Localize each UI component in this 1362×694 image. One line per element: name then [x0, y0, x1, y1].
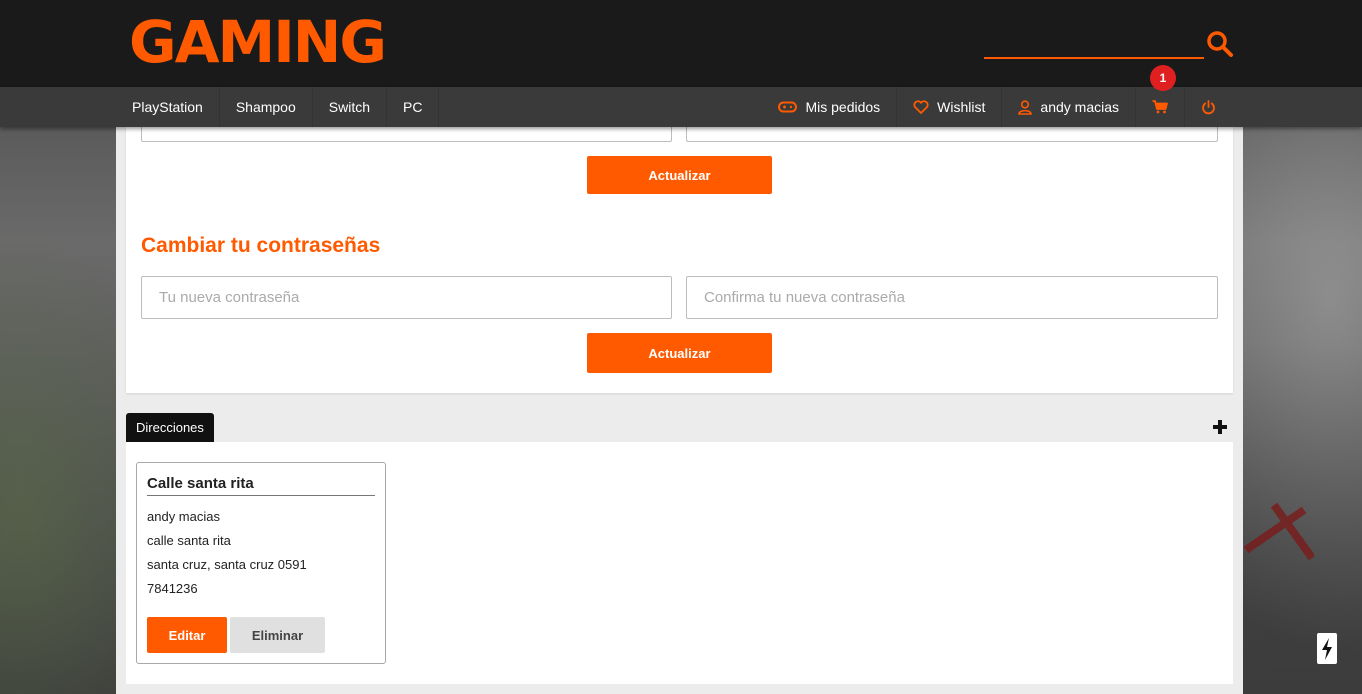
address-phone: 7841236: [147, 581, 198, 596]
cart-button[interactable]: 1: [1135, 65, 1184, 127]
user-account-link[interactable]: andy macias: [1001, 87, 1135, 127]
tab-addresses[interactable]: Direcciones: [126, 413, 214, 442]
logout-button[interactable]: [1184, 87, 1232, 127]
main-navbar: PlayStation Shampoo Switch PC Mis pedido…: [0, 65, 1362, 127]
nav-item-shampoo[interactable]: Shampoo: [220, 87, 313, 127]
change-password-heading: Cambiar tu contraseñas: [141, 234, 381, 257]
background-red-mark: [1244, 502, 1314, 560]
search-input[interactable]: [984, 30, 1204, 57]
addresses-card: Calle santa rita andy macias calle santa…: [126, 442, 1233, 684]
power-icon: [1202, 99, 1215, 114]
heart-icon: [913, 100, 929, 114]
address-city: santa cruz, santa cruz 0591: [147, 557, 307, 572]
search-icon[interactable]: [1206, 30, 1234, 58]
my-orders-link[interactable]: Mis pedidos: [762, 87, 896, 127]
user-icon: [1018, 99, 1033, 115]
site-logo[interactable]: GAMING: [129, 8, 387, 76]
account-nav: Mis pedidos Wishlist andy macias 1: [762, 65, 1232, 127]
account-content: Actualizar Cambiar tu contraseñas Actual…: [116, 99, 1243, 694]
address-title: Calle santa rita: [147, 475, 375, 496]
update-password-button[interactable]: Actualizar: [587, 333, 772, 373]
address-recipient: andy macias: [147, 509, 220, 524]
wishlist-label: Wishlist: [937, 99, 986, 115]
new-password-field[interactable]: [141, 276, 672, 319]
user-name-label: andy macias: [1040, 99, 1119, 115]
account-settings-card: Actualizar Cambiar tu contraseñas Actual…: [126, 99, 1233, 393]
address-card: Calle santa rita andy macias calle santa…: [136, 462, 386, 664]
address-street: calle santa rita: [147, 533, 231, 548]
search-underline: [984, 57, 1204, 59]
confirm-password-field[interactable]: [686, 276, 1218, 319]
nav-item-switch[interactable]: Switch: [313, 87, 387, 127]
nav-item-playstation[interactable]: PlayStation: [116, 87, 220, 127]
my-orders-label: Mis pedidos: [805, 99, 881, 115]
quick-action-bolt-button[interactable]: [1317, 633, 1337, 664]
category-nav: PlayStation Shampoo Switch PC: [116, 87, 440, 127]
edit-address-button[interactable]: Editar: [147, 617, 227, 653]
delete-address-button[interactable]: Eliminar: [230, 617, 325, 653]
gamepad-icon: [778, 101, 798, 113]
lightning-bolt-icon: [1322, 638, 1332, 660]
cart-icon: [1152, 100, 1168, 114]
add-address-plus-icon[interactable]: [1212, 419, 1228, 435]
nav-item-pc[interactable]: PC: [387, 87, 440, 127]
cart-count-badge: 1: [1150, 65, 1176, 91]
update-email-button[interactable]: Actualizar: [587, 156, 772, 194]
wishlist-link[interactable]: Wishlist: [896, 87, 1001, 127]
